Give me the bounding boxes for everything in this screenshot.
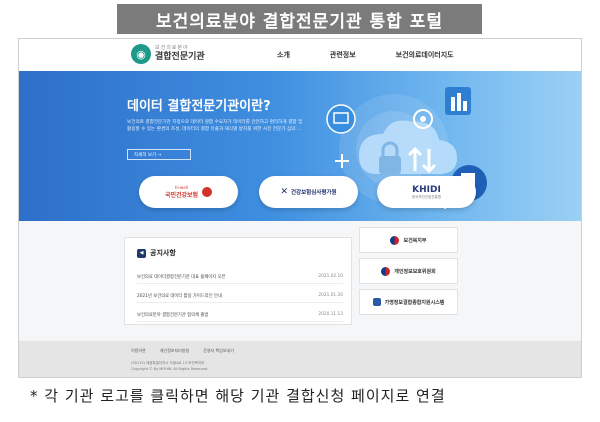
nav-item-data-map[interactable]: 보건의료데이터지도 <box>396 50 454 60</box>
notice-megaphone-icon: ◀ <box>137 248 146 258</box>
hero-description: 보건의료 결합전문기관 지정으로 데이터 결합 수요자가 데이터를 안전하고 편… <box>127 120 303 132</box>
main-nav: 소개 관련정보 보건의료데이터지도 <box>277 50 494 60</box>
notice-row-title: 보건의료 데이터결합전문기관 대표 홈페이지 오픈 <box>137 275 226 280</box>
notice-row[interactable]: 2021년 보건의료 데이터 활용 가이드라인 안내 2021.01.26 <box>137 293 343 303</box>
site-header: ◉ 보건의료분야 결합전문기관 소개 관련정보 보건의료데이터지도 <box>19 39 581 71</box>
lock-icon <box>379 156 401 174</box>
logo-emblem-icon: ◉ <box>131 44 151 64</box>
taegeuk-emblem-icon <box>381 266 391 276</box>
hira-logo-button[interactable]: ✕ 건강보험심사평가원 <box>259 176 358 208</box>
footer-link-terms[interactable]: 이용약관 <box>131 348 146 354</box>
notice-row-title: 보건의료분야 결합전문기관 협의체 출범 <box>137 313 209 318</box>
nav-item-about[interactable]: 소개 <box>277 50 290 60</box>
pipc-link-button[interactable]: 개인정보보호위원회 <box>359 258 458 284</box>
notice-row-date: 2020.11.13 <box>318 312 343 317</box>
system-logo-icon <box>372 298 381 306</box>
monitor-icon <box>326 104 356 134</box>
site-footer: 이용약관 개인정보처리방침 운영자 책임보내기 (30113) 세종특별자치시 … <box>19 341 581 377</box>
more-info-button[interactable]: 자세히 보기 → <box>127 149 191 160</box>
pseudonym-system-label: 가명정보결합종합지원시스템 <box>384 299 445 306</box>
pseudonym-system-link-button[interactable]: 가명정보결합종합지원시스템 <box>359 289 458 315</box>
nav-item-related-info[interactable]: 관련정보 <box>330 50 356 60</box>
browser-screenshot: ◉ 보건의료분야 결합전문기관 소개 관련정보 보건의료데이터지도 데이터 결합… <box>18 38 582 378</box>
mohw-link-button[interactable]: 보건복지부 <box>359 227 458 253</box>
main-content: ◀ 공지사항 보건의료 데이터결합전문기관 대표 홈페이지 오픈 2021.02… <box>19 221 581 341</box>
taegeuk-emblem-icon <box>390 235 400 245</box>
logo-subtitle: 보건의료분야 <box>155 45 189 51</box>
site-logo[interactable]: ◉ 보건의료분야 결합전문기관 <box>131 44 205 64</box>
mohw-label: 보건복지부 <box>403 237 427 244</box>
notice-row-title: 2021년 보건의료 데이터 활용 가이드라인 안내 <box>137 294 222 299</box>
footer-link-contact[interactable]: 운영자 책임보내기 <box>203 348 234 354</box>
bottom-note: * 각 기관 로고를 클릭하면 해당 기관 결합신청 페이지로 연결 <box>30 387 446 405</box>
nhis-emblem-icon <box>202 187 213 197</box>
notice-row-date: 2021.01.26 <box>318 293 343 298</box>
khidi-logo-text: KHIDI <box>412 184 441 195</box>
page-caption-banner: 보건의료분야 결합전문기관 통합 포털 <box>117 4 482 34</box>
notice-row[interactable]: 보건의료분야 결합전문기관 협의체 출범 2020.11.13 <box>137 312 343 322</box>
hira-logo-text: 건강보험심사평가원 <box>291 190 337 196</box>
logo-title: 결합전문기관 <box>155 52 205 62</box>
notice-panel: ◀ 공지사항 보건의료 데이터결합전문기관 대표 홈페이지 오픈 2021.02… <box>124 237 352 325</box>
notice-title: 공지사항 <box>150 249 176 257</box>
footer-copyright: Copyright © By MOHW. All Rights Reserved… <box>131 367 209 371</box>
khidi-logo-subtitle: 한국보건산업진흥원 <box>412 194 441 199</box>
nhis-logo-button[interactable]: hi-well 국민건강보험 <box>139 176 238 208</box>
khidi-logo-button[interactable]: KHIDI 한국보건산업진흥원 <box>377 176 476 208</box>
nhis-logo-text: 국민건강보험 <box>164 192 199 199</box>
notice-row-date: 2021.02.10 <box>318 274 343 279</box>
hira-emblem-icon: ✕ <box>280 187 288 197</box>
pipc-label: 개인정보보호위원회 <box>394 268 436 275</box>
hero-title: 데이터 결합전문기관이란? <box>127 99 271 114</box>
footer-link-privacy[interactable]: 개인정보처리방침 <box>160 348 189 354</box>
notice-row[interactable]: 보건의료 데이터결합전문기관 대표 홈페이지 오픈 2021.02.10 <box>137 274 343 284</box>
